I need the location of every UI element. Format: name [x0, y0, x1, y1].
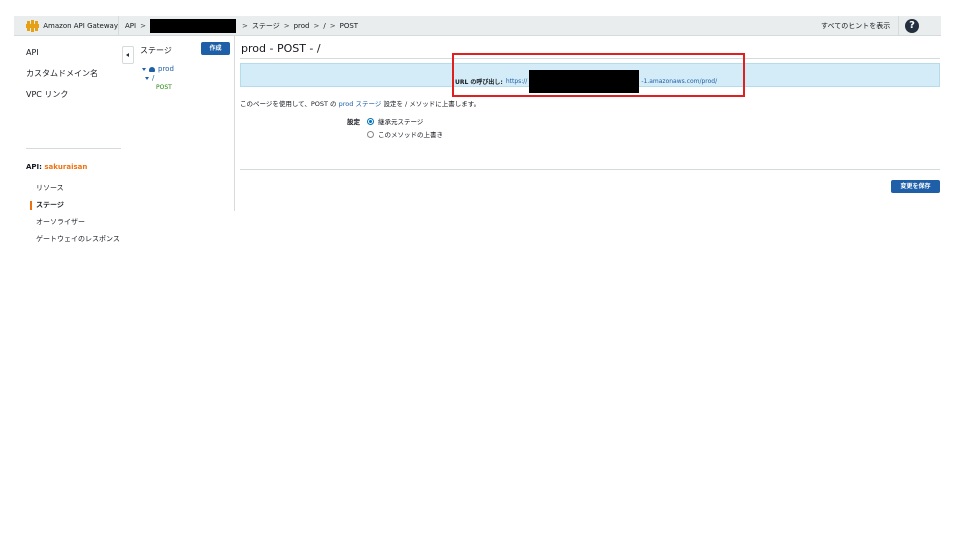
nav-active-indicator [30, 201, 32, 210]
stages-panel: ステージ 作成 prod / POST [134, 36, 235, 211]
show-all-hints-link[interactable]: すべてのヒントを表示 [821, 16, 890, 36]
radio-inherit-row[interactable]: 継承元ステージ [367, 116, 423, 126]
tree-item-prod[interactable]: prod [142, 65, 174, 73]
tree-item-post-label: POST [156, 84, 172, 91]
create-stage-button[interactable]: 作成 [201, 42, 230, 55]
footer-divider [240, 169, 940, 170]
breadcrumb-separator: > [241, 22, 248, 30]
nav-divider [26, 148, 121, 149]
breadcrumb-stage[interactable]: ステージ [252, 21, 280, 31]
stages-panel-title: ステージ [140, 46, 172, 55]
help-icon[interactable]: ? [905, 19, 919, 33]
breadcrumb: API > > ステージ > prod > / > POST [120, 16, 358, 36]
nav-stages[interactable]: ステージ [36, 200, 64, 210]
nav-api-name-value: sakuraisan [44, 163, 88, 171]
brand-name: Amazon API Gateway [43, 22, 118, 30]
save-changes-button[interactable]: 変更を保存 [891, 180, 940, 193]
page-title: prod - POST - / [241, 42, 321, 55]
breadcrumb-post[interactable]: POST [340, 22, 358, 30]
link-prod[interactable]: prod [339, 100, 354, 108]
expand-caret-icon[interactable] [142, 67, 146, 71]
expand-caret-icon[interactable] [145, 76, 149, 80]
nav-custom-domain[interactable]: カスタムドメイン名 [26, 68, 98, 79]
breadcrumb-root[interactable]: / [323, 22, 325, 30]
tree-item-post[interactable]: POST [156, 84, 172, 91]
nav-api-name: API: sakuraisan [26, 163, 87, 171]
left-nav: API カスタムドメイン名 VPC リンク API: sakuraisan リソ… [14, 36, 126, 226]
breadcrumb-separator: > [283, 22, 290, 30]
page-description: このページを使用して、POST の prod ステージ 設定を / メソッドに上… [240, 98, 480, 108]
tree-item-root-label: / [152, 74, 155, 82]
breadcrumb-separator: > [313, 22, 320, 30]
breadcrumb-prod[interactable]: prod [294, 22, 310, 30]
nav-resources[interactable]: リソース [36, 183, 64, 193]
radio-inherit-label: 継承元ステージ [378, 118, 424, 126]
redacted-api-name [149, 19, 236, 33]
nav-gateway-responses[interactable]: ゲートウェイのレスポンス [36, 234, 120, 244]
desc-before: このページを使用して、POST の [240, 100, 337, 108]
topbar-divider [898, 16, 899, 36]
stage-icon [149, 66, 155, 72]
tree-item-root[interactable]: / [145, 74, 154, 82]
nav-api-label: API: [26, 163, 45, 171]
breadcrumb-separator: > [329, 22, 336, 30]
highlight-annotation [452, 53, 745, 97]
breadcrumb-separator: > [140, 22, 146, 30]
radio-inherit[interactable] [367, 117, 374, 125]
breadcrumb-api[interactable]: API [125, 22, 136, 30]
link-stage[interactable]: ステージ [355, 100, 381, 108]
tree-item-prod-label: prod [158, 65, 174, 73]
radio-override[interactable] [367, 130, 374, 138]
setting-label: 設定 [347, 118, 360, 126]
radio-override-row[interactable]: このメソッドの上書き [367, 129, 443, 139]
nav-api[interactable]: API [26, 48, 39, 57]
top-bar: Amazon API Gateway API > > ステージ > prod >… [14, 16, 941, 36]
desc-after: 設定を / メソッドに上書します。 [383, 100, 481, 108]
collapse-panel-icon[interactable] [122, 46, 134, 64]
nav-authorizers[interactable]: オーソライザー [36, 217, 85, 227]
api-gateway-logo-icon [26, 20, 39, 32]
brand[interactable]: Amazon API Gateway [14, 16, 119, 36]
radio-override-label: このメソッドの上書き [378, 131, 443, 139]
nav-vpc-link[interactable]: VPC リンク [26, 89, 68, 100]
